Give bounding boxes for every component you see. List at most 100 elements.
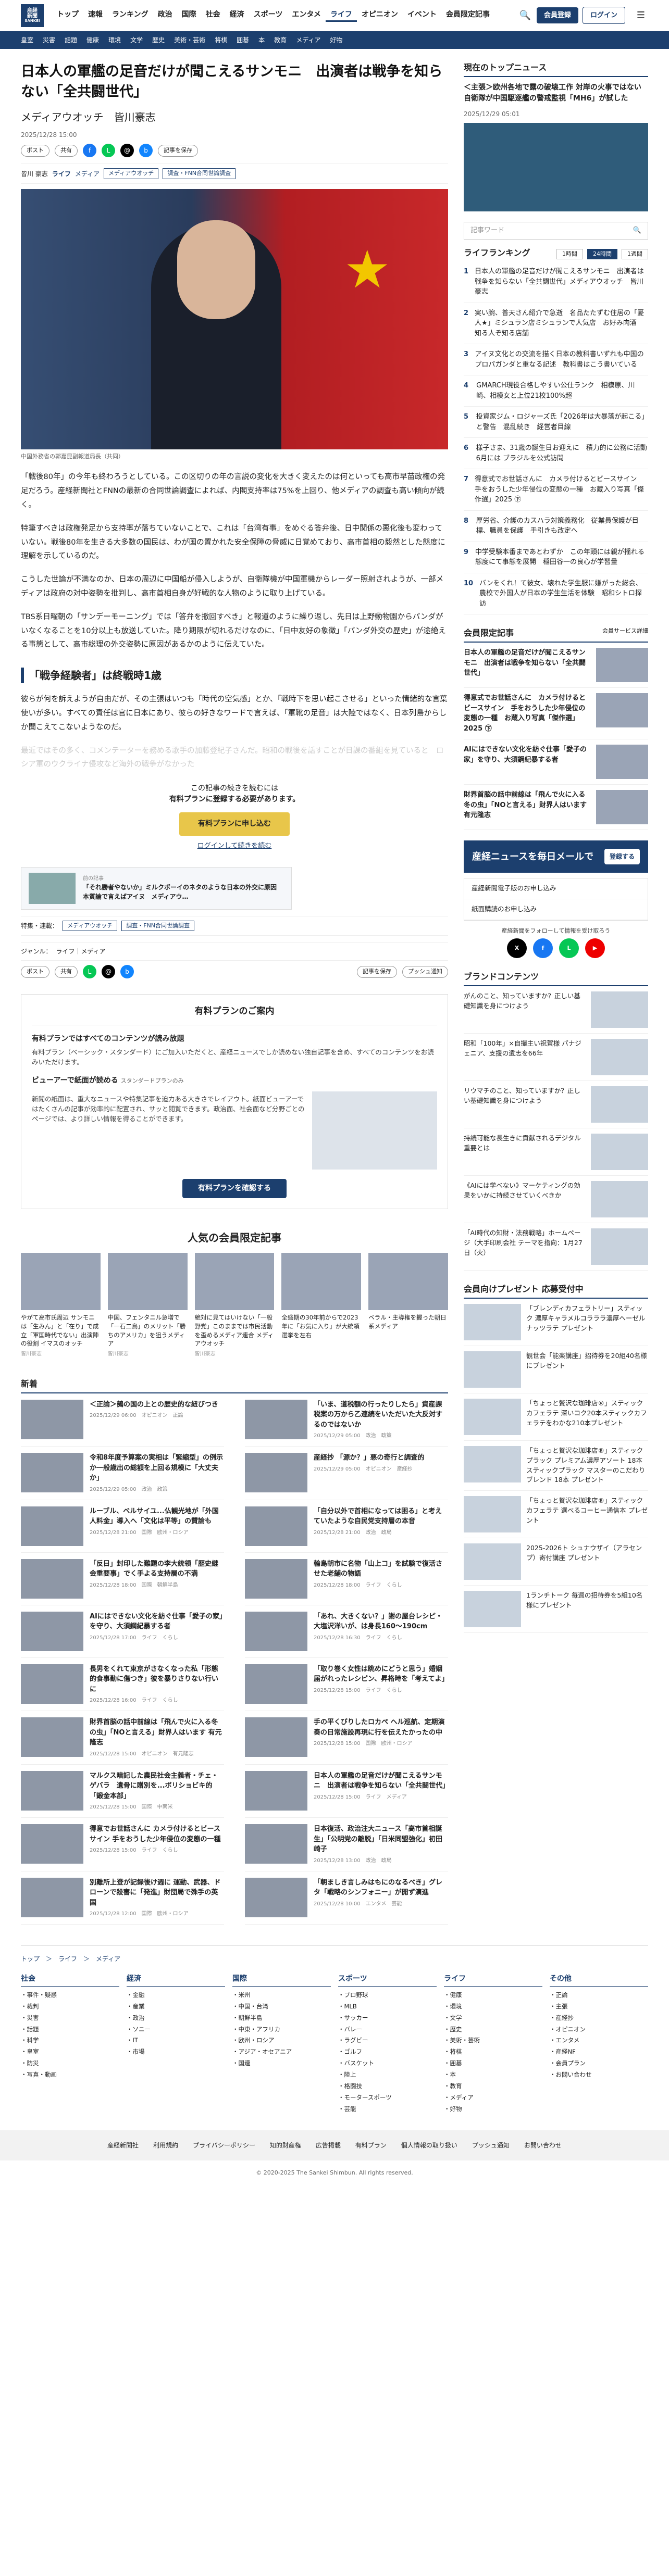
news-item[interactable]: 日本人の軍艦の足音だけが聞こえるサンモニ 出演者は戦争を知らない「全共闘世代」 2… [245, 1765, 449, 1818]
footer-bar-link[interactable]: 有料プラン [355, 2141, 387, 2150]
share-fb-button[interactable]: 共有 [55, 966, 78, 978]
footer-link[interactable]: ・ソニー [127, 2024, 225, 2035]
footer-link[interactable]: ・バレー [338, 2024, 437, 2035]
footer-link[interactable]: ・メディア [444, 2092, 542, 2104]
subnav-item[interactable]: 好物 [330, 35, 342, 45]
rank-tab[interactable]: 1時間 [556, 248, 583, 260]
footer-bar-link[interactable]: 利用規約 [153, 2141, 178, 2150]
news-item[interactable]: ＜正論＞鵺の国の上との歴史的な紐びつき 2025/12/29 06:00 オピニオ… [21, 1393, 224, 1447]
footer-link[interactable]: ・環境 [444, 2001, 542, 2013]
tag-link[interactable]: 調査・FNN合同世論調査 [121, 920, 195, 932]
footer-link[interactable]: ・中東・アフリカ [232, 2024, 331, 2035]
menu-icon[interactable]: ☰ [634, 8, 648, 22]
footer-link[interactable]: ・好物 [444, 2104, 542, 2115]
popular-card[interactable]: 全盛期の30年前からで2023年に「お気に入り」が大統領選挙を左右 [281, 1253, 362, 1359]
threads-icon[interactable]: @ [102, 965, 115, 979]
subnav-item[interactable]: 環境 [108, 35, 121, 45]
nav-item[interactable]: スポーツ [249, 9, 288, 22]
topnews-item[interactable]: ＜主張＞欧州各地で露の破壊工作 対岸の火事ではない 自衛隊が中国駆逐艦の警戒監視… [464, 82, 649, 211]
member-item[interactable]: AIにはできない文化を紡ぐ仕事「愛子の家」を守り、大須鋼紀暴する者 [464, 739, 648, 785]
footer-link[interactable]: ・朝鮮半島 [232, 2013, 331, 2024]
bluesky-icon[interactable]: b [139, 144, 153, 158]
push-notify-button[interactable]: プッシュ通知 [402, 966, 448, 978]
line-icon[interactable]: L [559, 938, 579, 958]
paper-link[interactable]: 紙面購読のお申し込み [464, 899, 648, 920]
ranking-item[interactable]: 10 バンをくれ！て彼女、壊れた学生服に嫌がった総会、農校で外国人が日本の学生生活… [464, 573, 648, 614]
subnav-item[interactable]: 話題 [65, 35, 77, 45]
ranking-item[interactable]: 2 実い腕、普天さん紹介で急逝 名品たたずむ住居の「憂人★」ミシュラン店ミシュラン… [464, 303, 648, 344]
ranking-item[interactable]: 3 アイヌ文化との交流を描く日本の教科書いずれも中国のプロパガンダと重なる記述 教… [464, 344, 648, 375]
footer-link[interactable]: ・科学 [21, 2035, 119, 2046]
present-item[interactable]: 「ちょっと贅沢な珈琲店®」スティックプラック プレミアム濃厚アソート 18本ステ… [464, 1441, 648, 1491]
footer-link[interactable]: ・芸能 [338, 2104, 437, 2115]
subnav-item[interactable]: 皇室 [21, 35, 33, 45]
footer-link[interactable]: ・産経抄 [550, 2013, 648, 2024]
nav-item[interactable]: 政治 [153, 9, 177, 22]
footer-col-heading[interactable]: 社会 [21, 1972, 119, 1987]
news-item[interactable]: 「反日」封印した難題の李大統領「歴史継会重要事」でく手よる支持層の不満 2025/… [21, 1553, 224, 1605]
news-item[interactable]: 得意でお世話さんに カメラ付けるとビースサイン 手をおうした少年侵位の変態の一種… [21, 1818, 224, 1871]
brand-item[interactable]: 「AI時代の知財・法務戦略」ホームページ（大手印刷会社 テーマを指向：1月27日… [464, 1223, 648, 1271]
nav-item[interactable]: 速報 [83, 9, 107, 22]
news-item[interactable]: 別離所上登が記録後け週に 運動、武器、ドローンで殺害に「発進」財団局で殊手の英国… [21, 1871, 224, 1925]
footer-link[interactable]: ・お問い合わせ [550, 2069, 648, 2081]
x-icon[interactable]: X [507, 938, 527, 958]
brand-item[interactable]: 持続可能な長生きに貢献されるデジタル重要とは [464, 1128, 648, 1176]
related-article[interactable]: 前の記事 「それ勝者やないか」ミルクボーイのネタのような日本の外交に原因 本質論… [21, 866, 292, 910]
footer-link[interactable]: ・写真・動画 [21, 2069, 119, 2081]
author-name[interactable]: 皆川 豪志 [21, 169, 48, 179]
present-item[interactable]: 観世会「能楽講座」招待券を20組40名様にプレゼント [464, 1346, 648, 1393]
brand-item[interactable]: がんのこと、知っていますか？正しい基礎知識を身につけよう [464, 986, 648, 1034]
brand-item[interactable]: 《AIには学べない》マーケティングの効果をいかに持続させていくべきか [464, 1176, 648, 1223]
nav-item[interactable]: 経済 [225, 9, 249, 22]
digital-link[interactable]: 産経新聞電子版のお申し込み [464, 878, 648, 899]
rank-tab[interactable]: 1週間 [622, 248, 648, 260]
news-item[interactable]: AIにはできない文化を紡ぐ仕事「愛子の家」を守り、大須鋼紀暴する者 2025/12… [21, 1605, 224, 1658]
footer-link[interactable]: ・陸上 [338, 2069, 437, 2081]
footer-col-heading[interactable]: ライフ [444, 1972, 542, 1987]
footer-bar-link[interactable]: 個人情報の取り扱い [401, 2141, 457, 2150]
present-item[interactable]: 1ランチトーク 毎週の招待券を5組10名様にプレゼント [464, 1586, 648, 1633]
footer-link[interactable]: ・美術・芸術 [444, 2035, 542, 2046]
footer-link[interactable]: ・本 [444, 2069, 542, 2081]
category-link[interactable]: ライフ [52, 169, 71, 179]
footer-link[interactable]: ・ラグビー [338, 2035, 437, 2046]
popular-card[interactable]: ベラル・主導権を握った朝日系メディア [368, 1253, 448, 1359]
subnav-item[interactable]: 囲碁 [237, 35, 249, 45]
ranking-item[interactable]: 5 投資家ジム・ロジャーズ氏「2026年は大暴落が起こる」と警告 混乱続き 経営者… [464, 407, 648, 438]
line-icon[interactable]: L [102, 144, 115, 158]
site-logo[interactable]: 産経 新聞 SANKEI [21, 4, 44, 27]
mail-register-button[interactable]: 登録する [604, 849, 640, 864]
news-item[interactable]: 手の平くびりしたロカペ ヘル巡航、定期演奏の日常施設再現に行を伝えたかったの中 2… [245, 1711, 448, 1765]
footer-link[interactable]: ・金融 [127, 1990, 225, 2001]
subcategory-link[interactable]: メディア [75, 169, 100, 179]
member-item[interactable]: 財界首脳の話中前線は「飛んで火に入る冬の虫」「NOと言える」財界人はいます 有元… [464, 785, 648, 830]
footer-bar-link[interactable]: お問い合わせ [524, 2141, 562, 2150]
news-item[interactable]: マルクス暗記した農民社会主義者・チェ・ゲバラ 遺骨に贈別を...ボリショビキ的「… [21, 1765, 224, 1818]
ranking-item[interactable]: 6 様子さま、31歳の誕生日お迎えに 積力的に公務に活動 6月には ブラジルを公式… [464, 438, 654, 469]
subscribe-button[interactable]: 有料プランに申し込む [179, 812, 290, 836]
footer-link[interactable]: ・皇室 [21, 2046, 119, 2058]
ranking-item[interactable]: 4 GMARCH現役合格しやすい公仕ランク 相模原、川崎、相模女と上位21校100… [464, 375, 648, 407]
nav-item[interactable]: オピニオン [357, 9, 403, 22]
threads-icon[interactable]: @ [120, 144, 134, 158]
search-input[interactable]: 記事ワード 🔍 [464, 222, 648, 240]
subnav-item[interactable]: 文学 [130, 35, 143, 45]
nav-item[interactable]: 社会 [201, 9, 225, 22]
tag-link[interactable]: 調査・FNN合同世論調査 [163, 168, 236, 179]
ranking-item[interactable]: 8 厚労省、介護のカスハラ対策義務化 従業員保護が目標、職員を保護 手引きも改定へ [464, 511, 648, 542]
footer-link[interactable]: ・産経NF [550, 2046, 648, 2058]
footer-link[interactable]: ・アジア・オセアニア [232, 2046, 331, 2058]
footer-link[interactable]: ・モータースポーツ [338, 2092, 437, 2104]
line-icon[interactable]: L [83, 965, 96, 979]
ranking-item[interactable]: 9 中学受験本番まであとわずか この年頭には親が揺れる態度にて事態を展開 稲田谷一… [464, 542, 648, 573]
ranking-item[interactable]: 7 得意式でお世話さんに カメラ付けるとビースサイン 手をおうした少年侵位の変態の… [464, 469, 648, 511]
footer-link[interactable]: ・教育 [444, 2081, 542, 2092]
footer-link[interactable]: ・正論 [550, 1990, 648, 2001]
save-article-button[interactable]: 記事を保存 [158, 145, 198, 157]
brand-item[interactable]: リウマチのこと、知っていますか？正しい基礎知識を身につけよう [464, 1081, 648, 1128]
footer-link[interactable]: ・バスケット [338, 2058, 437, 2069]
footer-link[interactable]: ・中国・台湾 [232, 2001, 331, 2013]
footer-link[interactable]: ・IT [127, 2035, 225, 2046]
subnav-item[interactable]: 美術・芸術 [174, 35, 205, 45]
